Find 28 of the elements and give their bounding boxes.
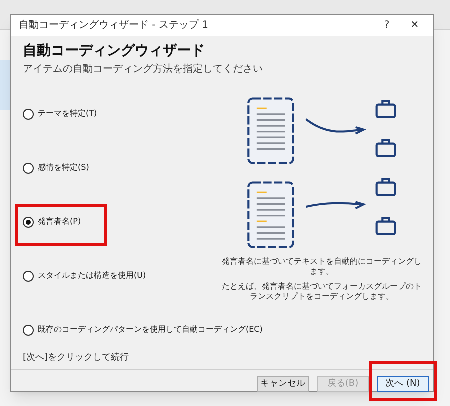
description-text: たとえば、発言者名に基づいてフォーカスグループのトランスクリプトをコーディングします。 — [221, 282, 423, 302]
arrow-icon — [303, 199, 367, 210]
close-button[interactable]: ✕ — [405, 18, 425, 33]
briefcase-icon — [375, 216, 397, 236]
arrow-icon — [303, 117, 367, 137]
radio-option[interactable]: スタイルまたは構造を使用(U) — [23, 270, 146, 282]
wizard-subtitle: アイテムの自動コーディング方法を指定してください — [23, 62, 264, 77]
window-title: 自動コーディングウィザード - ステップ 1 — [19, 18, 210, 33]
radio-option[interactable]: テーマを特定(T) — [23, 108, 98, 120]
help-button[interactable]: ? — [377, 18, 397, 33]
radio-button[interactable] — [23, 162, 34, 174]
radio-option[interactable]: 発言者名(P) — [23, 216, 82, 228]
description-text: 発言者名に基づいてテキストを自動的にコーディングします。 — [221, 257, 423, 277]
dialog-button[interactable]: 次へ (N) — [377, 376, 429, 392]
radio-button[interactable] — [23, 216, 34, 228]
wizard-title: 自動コーディングウィザード — [23, 42, 206, 61]
briefcase-icon — [375, 177, 397, 197]
document-icon — [247, 181, 295, 249]
briefcase-icon — [375, 138, 397, 158]
document-icon — [247, 97, 295, 165]
radio-button[interactable] — [23, 108, 34, 120]
hint-text: [次へ]をクリックして続行 — [22, 352, 130, 364]
radio-button[interactable] — [23, 324, 34, 336]
radio-option[interactable]: 既存のコーディングパターンを使用して自動コーディング(EC) — [23, 324, 263, 336]
radio-option[interactable]: 感情を特定(S) — [23, 162, 90, 174]
radio-button[interactable] — [23, 270, 34, 282]
dialog-button[interactable]: キャンセル — [257, 376, 309, 392]
briefcase-icon — [375, 99, 397, 119]
